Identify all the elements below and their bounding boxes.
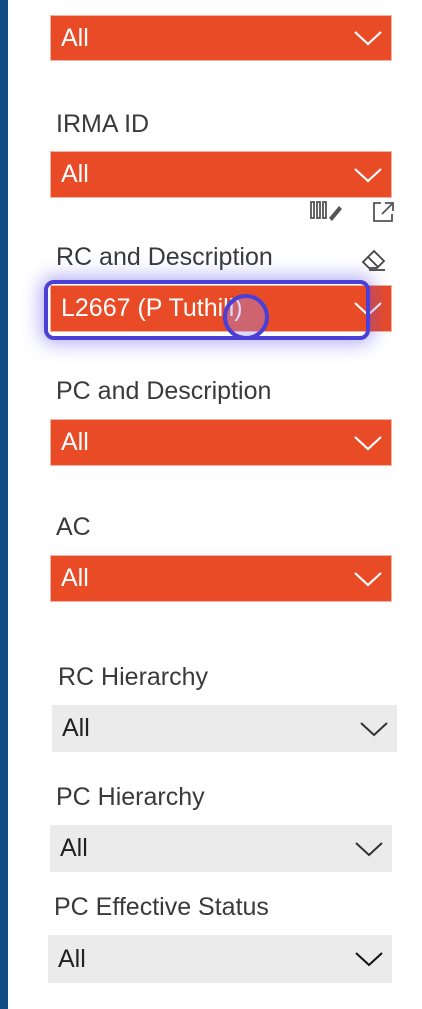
rc-description-dropdown[interactable]: L2667 (P Tuthill) [50, 285, 392, 332]
chevron-down-icon [359, 720, 389, 738]
rc-hierarchy-value: All [62, 714, 90, 742]
pc-description-value: All [61, 428, 89, 456]
rc-hierarchy-label: RC Hierarchy [58, 663, 209, 691]
focus-mode-icon[interactable] [368, 198, 398, 226]
top-filter-value: All [61, 23, 89, 52]
chevron-down-icon [353, 166, 383, 184]
ac-value: All [61, 564, 89, 592]
pc-hierarchy-label: PC Hierarchy [56, 783, 205, 811]
chevron-down-icon [353, 434, 383, 452]
irma-id-value: All [61, 160, 89, 188]
rc-description-label: RC and Description [56, 243, 273, 271]
chevron-down-icon [353, 29, 383, 47]
rc-hierarchy-dropdown[interactable]: All [52, 705, 397, 752]
chevron-down-icon [354, 950, 384, 968]
format-painter-icon[interactable] [308, 198, 344, 226]
ac-dropdown[interactable]: All [50, 555, 392, 602]
pc-effective-status-value: All [58, 944, 86, 973]
pc-hierarchy-value: All [60, 834, 88, 862]
pc-effective-status-label: PC Effective Status [54, 893, 269, 921]
irma-id-dropdown[interactable]: All [50, 151, 392, 198]
left-accent-bar [0, 0, 8, 1009]
pc-effective-status-dropdown[interactable]: All [48, 935, 392, 983]
pc-hierarchy-dropdown[interactable]: All [50, 825, 392, 872]
pc-description-label: PC and Description [56, 377, 272, 405]
irma-id-label: IRMA ID [56, 110, 150, 138]
rc-description-value: L2667 (P Tuthill) [61, 294, 243, 322]
pc-description-dropdown[interactable]: All [50, 419, 392, 466]
eraser-icon[interactable] [358, 245, 390, 273]
top-filter-dropdown[interactable]: All [50, 15, 392, 61]
chevron-down-icon [354, 840, 384, 858]
ac-label: AC [56, 513, 91, 541]
chevron-down-icon [353, 570, 383, 588]
chevron-down-icon [353, 300, 383, 318]
